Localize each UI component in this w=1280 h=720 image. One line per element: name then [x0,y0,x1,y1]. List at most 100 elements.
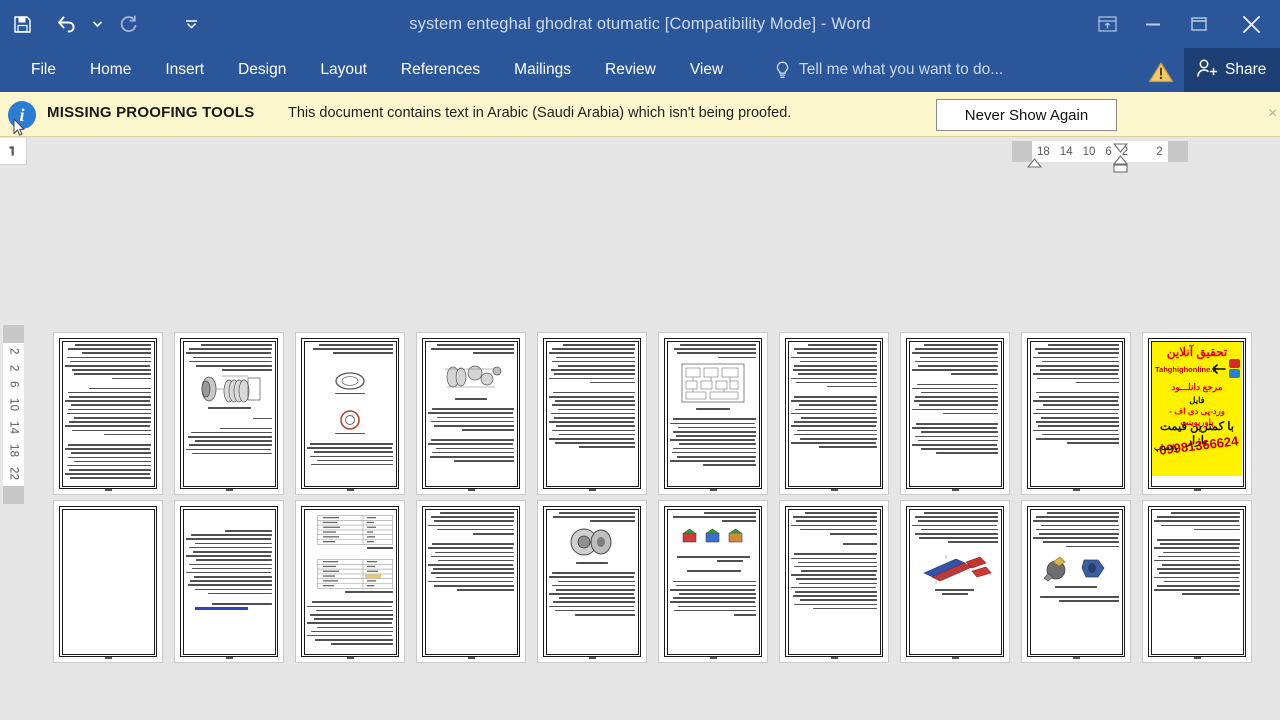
minimize-icon[interactable] [1130,0,1176,48]
vertical-ruler-ticks: 2 2 6 10 14 18 22 [8,343,20,486]
ribbon-display-options-icon[interactable] [1084,0,1130,48]
app-badge-icon [1229,369,1240,378]
page-content [1033,344,1119,481]
page-content [307,512,393,649]
tab-home[interactable]: Home [73,48,148,92]
ribbon-tab-bar: File Home Insert Design Layout Reference… [0,48,1280,92]
pump-parts-diagram [1033,554,1119,582]
data-table-top [307,515,393,545]
torque-converter-diagram [549,527,635,557]
page-number-mark [175,657,283,659]
tab-file[interactable]: File [14,48,73,92]
v-tick-22: 22 [7,467,20,481]
tell-me-box[interactable]: Tell me what you want to do... [775,48,1003,92]
word-window: system enteghal ghodrat otumatic [Compat… [0,0,1280,720]
page-content [549,344,635,481]
tab-references[interactable]: References [384,48,497,92]
document-canvas[interactable]: تحقیق آنلاین Tahghighonline.ir مرجع دانل… [53,332,1252,663]
ad-title: تحقیق آنلاین [1166,345,1228,359]
page-thumbnail-1[interactable] [53,332,163,495]
vertical-ruler[interactable]: 2 2 6 10 14 18 22 [3,325,24,504]
page-content [428,344,514,481]
telegram-badge-icon [1229,359,1240,368]
ruler-margin-right [1167,141,1188,162]
share-button[interactable]: Share [1184,48,1280,92]
share-person-icon [1196,58,1218,83]
page-thumbnail-15[interactable] [537,500,647,663]
tab-stop-icon[interactable] [0,138,27,165]
page-thumbnail-14[interactable] [416,500,526,663]
ribbon-tabs: File Home Insert Design Layout Reference… [14,48,740,92]
never-show-again-button[interactable]: Never Show Again [936,99,1117,131]
h-tick-10: 10 [1082,145,1096,158]
page-number-mark [659,489,767,491]
redo-icon[interactable] [106,4,150,44]
restore-icon[interactable] [1176,0,1222,48]
first-line-indent-marker[interactable] [1026,155,1043,173]
tab-review[interactable]: Review [588,48,673,92]
page-thumbnail-18[interactable] [900,500,1010,663]
v-tick-10: 10 [7,397,20,412]
arrow-icon [1212,362,1226,380]
page-number-mark [901,489,1009,491]
v-tick-2a: 2 [7,348,20,355]
page-content [670,512,756,649]
tab-layout[interactable]: Layout [303,48,384,92]
page-thumbnail-9[interactable] [1021,332,1131,495]
page-number-mark [901,657,1009,659]
warning-triangle-icon[interactable] [1148,61,1174,83]
page-thumbnail-8[interactable] [900,332,1010,495]
page-content [186,344,272,481]
page-thumbnail-5[interactable] [537,332,647,495]
page-content [549,512,635,649]
page-thumbnail-11-blank[interactable] [53,500,163,663]
page-row-1: تحقیق آنلاین Tahghighonline.ir مرجع دانل… [53,332,1252,495]
page-thumbnail-2[interactable] [174,332,284,495]
page-number-mark [780,657,888,659]
undo-icon[interactable] [44,4,88,44]
advertisement-banner: تحقیق آنلاین Tahghighonline.ir مرجع دانل… [1152,342,1242,476]
left-indent-box-marker[interactable] [1113,160,1128,178]
window-controls [1084,0,1280,48]
page-thumbnail-4[interactable] [416,332,526,495]
v-tick-18: 18 [7,444,20,458]
page-content [65,512,151,649]
close-icon[interactable] [1222,0,1280,48]
red-blue-shaft-diagram [912,551,998,585]
page-thumbnail-13-tables[interactable] [295,500,405,663]
tab-view[interactable]: View [673,48,740,92]
customize-qat-icon[interactable] [182,4,200,44]
data-table-bottom [307,559,393,589]
page-thumbnail-10-advertisement[interactable]: تحقیق آنلاین Tahghighonline.ir مرجع دانل… [1142,332,1252,495]
page-thumbnail-20[interactable] [1142,500,1252,663]
h-tick-14: 14 [1059,145,1073,158]
page-content [186,512,272,649]
tab-insert[interactable]: Insert [148,48,221,92]
ring-gear-diagram [307,409,393,431]
page-thumbnail-17[interactable] [779,500,889,663]
page-thumbnail-6[interactable] [658,332,768,495]
page-thumbnail-3[interactable] [295,332,405,495]
tell-me-label: Tell me what you want to do... [799,61,1004,78]
lightbulb-icon [775,61,790,79]
page-number-mark [54,489,162,491]
page-number-mark [54,657,162,659]
page-number-mark [296,489,404,491]
page-number-mark [1022,657,1130,659]
page-thumbnail-16[interactable] [658,500,768,663]
horizontal-ruler-ticks: 18 14 10 6 2 2 [1032,141,1168,162]
tab-mailings[interactable]: Mailings [497,48,588,92]
message-bar-close-icon[interactable]: × [1268,105,1277,123]
save-icon[interactable] [0,4,44,44]
page-thumbnail-12[interactable] [174,500,284,663]
page-thumbnail-19[interactable] [1021,500,1131,663]
page-thumbnail-7[interactable] [779,332,889,495]
hyperlink-line [194,607,248,610]
h-tick-6: 6 [1105,145,1112,158]
clutch-plates-diagram [186,373,272,407]
quick-access-toolbar [0,0,200,48]
ad-phone-label: واتساپ [1154,443,1178,452]
undo-dropdown-icon[interactable] [88,4,106,44]
tab-design[interactable]: Design [221,48,303,92]
page-content [307,344,393,481]
